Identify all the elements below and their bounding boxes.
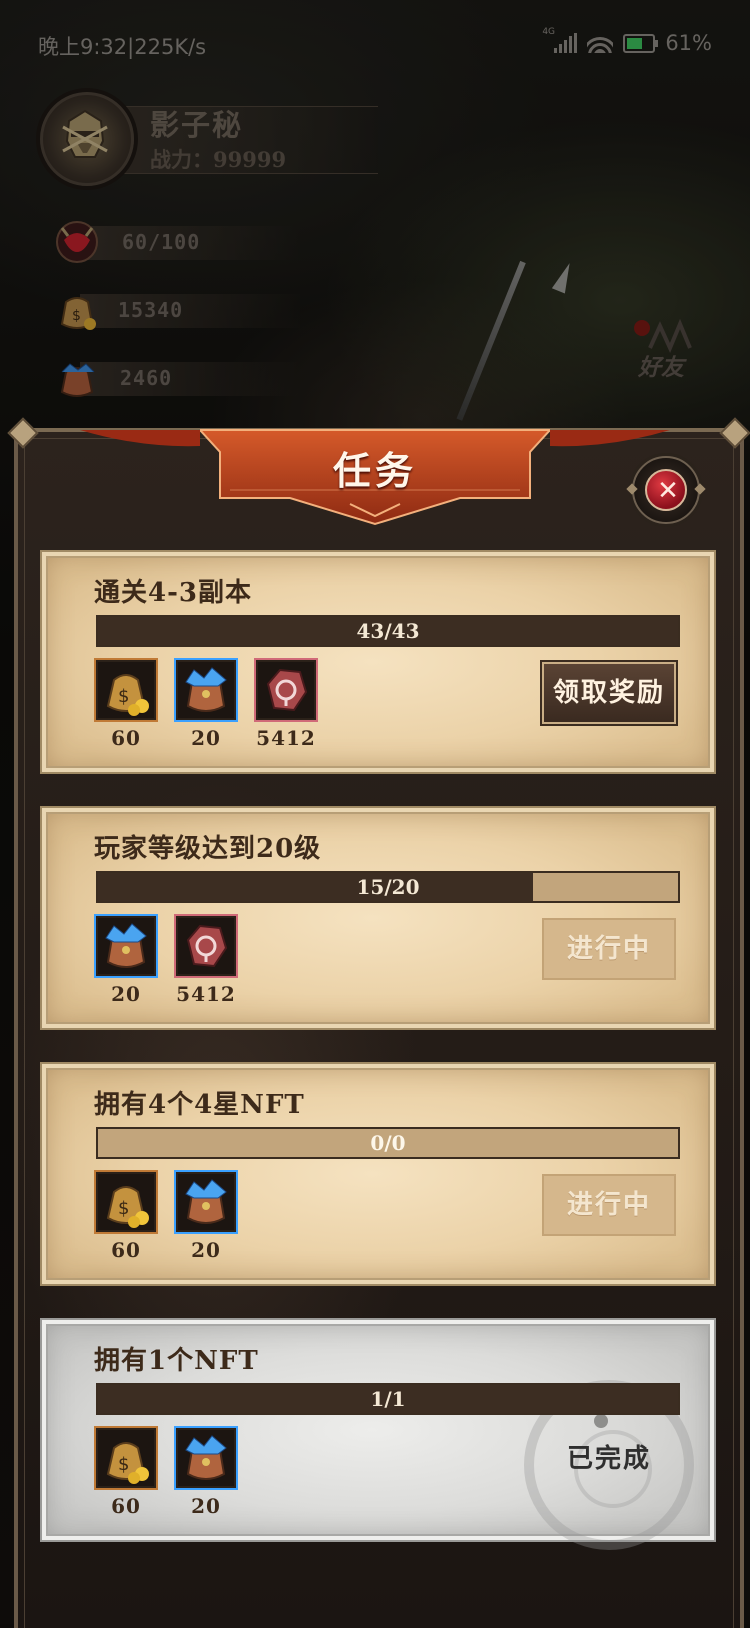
reward-item[interactable]: 20 (176, 1172, 236, 1262)
gold-bag-icon: $ (96, 660, 156, 720)
completed-label: 已完成 (566, 1444, 651, 1474)
reward-item[interactable]: 20 (96, 916, 156, 1006)
reward-qty: 20 (191, 726, 221, 750)
reward-item[interactable]: 20 (176, 1428, 236, 1518)
progress-text: 15/20 (356, 875, 420, 899)
rune-stone-icon (256, 660, 316, 720)
task-progress-bar: 1/1 (96, 1383, 680, 1415)
gem-bag-icon (176, 1172, 236, 1232)
reward-qty: 20 (191, 1238, 221, 1262)
reward-item[interactable]: 5412 (256, 660, 316, 750)
reward-list: 20 5412 (96, 916, 236, 1006)
gold-bag-icon: $ (96, 1428, 156, 1488)
gem-bag-icon (176, 660, 236, 720)
claim-reward-button[interactable]: 领取奖励 (542, 662, 676, 724)
task-title: 拥有4个4星NFT (94, 1090, 305, 1120)
close-icon: ✕ (657, 476, 679, 506)
task-title: 拥有1个NFT (94, 1346, 259, 1376)
task-progress-bar: 0/0 (96, 1127, 680, 1159)
reward-qty: 60 (111, 1238, 141, 1262)
close-button[interactable]: ✕ (626, 456, 706, 524)
task-card: 通关4-3副本 43/43 $ 60 20 5412 领取奖励 (40, 550, 716, 774)
reward-item[interactable]: 20 (176, 660, 236, 750)
dialog-title: 任务 (332, 448, 417, 493)
svg-text:$: $ (118, 1198, 129, 1219)
stamp-dot (594, 1414, 608, 1428)
reward-qty: 5412 (176, 982, 236, 1006)
gold-bag-icon: $ (96, 1172, 156, 1232)
reward-item[interactable]: 5412 (176, 916, 236, 1006)
reward-qty: 60 (111, 1494, 141, 1518)
task-progress-bar: 15/20 (96, 871, 680, 903)
reward-list: $ 60 20 (96, 1428, 236, 1518)
close-icon-disc: ✕ (645, 469, 687, 511)
in-progress-button[interactable]: 进行中 (542, 918, 676, 980)
task-title: 通关4-3副本 (94, 578, 252, 608)
svg-text:$: $ (118, 686, 129, 707)
task-progress-bar: 43/43 (96, 615, 680, 647)
reward-qty: 60 (111, 726, 141, 750)
reward-item[interactable]: $ 60 (96, 1428, 156, 1518)
reward-qty: 20 (111, 982, 141, 1006)
task-card-completed: 拥有1个NFT 1/1 $ 60 20 已完成 (40, 1318, 716, 1550)
gem-bag-icon (96, 916, 156, 976)
svg-text:$: $ (118, 1454, 129, 1475)
task-card: 玩家等级达到20级 15/20 20 5412 进行中 (40, 806, 716, 1030)
reward-qty: 20 (191, 1494, 221, 1518)
reward-item[interactable]: $ 60 (96, 660, 156, 750)
task-card: 拥有4个4星NFT 0/0 $ 60 20 进行中 (40, 1062, 716, 1286)
in-progress-button[interactable]: 进行中 (542, 1174, 676, 1236)
task-title: 玩家等级达到20级 (94, 834, 322, 864)
reward-list: $ 60 20 (96, 1172, 236, 1262)
progress-text: 0/0 (370, 1131, 406, 1155)
progress-text: 43/43 (356, 619, 420, 643)
progress-text: 1/1 (370, 1387, 406, 1411)
reward-list: $ 60 20 5412 (96, 660, 316, 750)
reward-item[interactable]: $ 60 (96, 1172, 156, 1262)
gem-bag-icon (176, 1428, 236, 1488)
reward-qty: 5412 (256, 726, 316, 750)
rune-stone-icon (176, 916, 236, 976)
